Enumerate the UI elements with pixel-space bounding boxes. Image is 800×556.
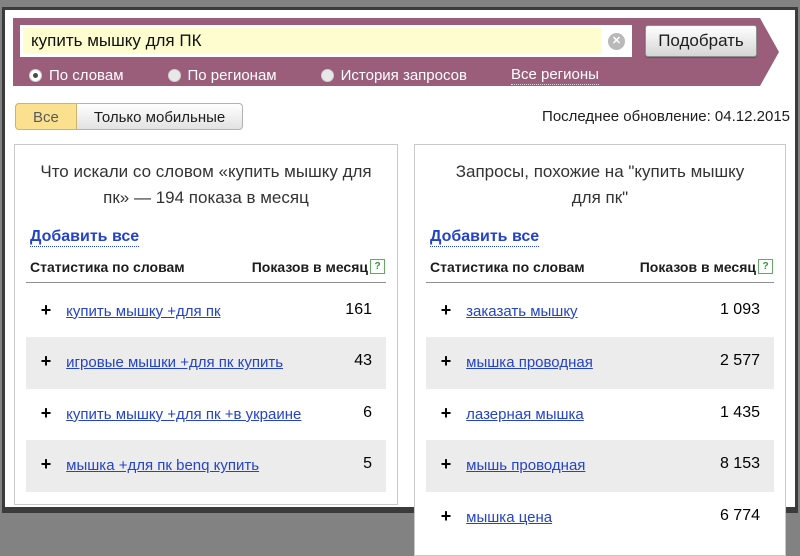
clear-search-icon[interactable]: ✕ [608,33,625,50]
add-keyword-plus-icon[interactable]: + [30,398,62,430]
keyword-link[interactable]: лазерная мышка [466,406,584,423]
keyword-link[interactable]: игровые мышки +для пк купить [66,354,283,371]
table-rows: 1 093 + заказать мышку 2 577 + мышка про… [426,286,774,544]
table-rows: 161 + купить мышку +для пк 43 + игровые … [26,286,386,492]
impressions-value: 1 093 [720,296,760,324]
page-frame: ✕ Подобрать По словам По регионам Истори… [2,7,798,513]
impressions-value: 6 [363,399,372,427]
panel-what-searched: Что искали со словом «купить мышку для п… [14,144,398,505]
add-keyword-plus-icon[interactable]: + [430,501,462,533]
impressions-value: 161 [345,296,372,324]
radio-by-regions-label: По регионам [188,67,277,84]
submit-button[interactable]: Подобрать [645,25,757,57]
keyword-link[interactable]: заказать мышку [466,303,577,320]
radio-by-regions[interactable]: По регионам [168,67,277,84]
add-keyword-plus-icon[interactable]: + [430,398,462,430]
last-update-label: Последнее обновление: 04.12.2015 [542,108,790,125]
table-row: 1 435 + лазерная мышка [426,389,774,441]
table-row: 5 + мышка +для пк benq купить [26,440,386,492]
help-icon[interactable]: ? [370,259,385,274]
col-impressions-text: Показов в месяц [640,259,756,275]
keyword-link[interactable]: купить мышку +для пк +в украине [66,406,301,423]
add-all-link[interactable]: Добавить все [430,228,539,247]
add-keyword-plus-icon[interactable]: + [30,449,62,481]
impressions-value: 2 577 [720,347,760,375]
table-row: 161 + купить мышку +для пк [26,286,386,338]
col-impressions-label: Показов в месяц ? [252,259,385,275]
all-regions-link[interactable]: Все регионы [511,66,599,85]
result-panels: Что искали со словом «купить мышку для п… [14,144,787,556]
impressions-value: 8 153 [720,450,760,478]
search-input-wrap: ✕ [20,25,632,57]
add-keyword-plus-icon[interactable]: + [430,346,462,378]
impressions-value: 6 774 [720,502,760,530]
radio-by-words[interactable]: По словам [29,67,124,84]
radio-selected-icon[interactable] [29,69,42,82]
radio-query-history[interactable]: История запросов [321,67,467,84]
search-row: ✕ Подобрать [13,18,760,57]
table-row: 43 + игровые мышки +для пк купить [26,337,386,389]
radio-unselected-icon[interactable] [321,69,334,82]
keyword-link[interactable]: мышка +для пк benq купить [66,457,259,474]
impressions-value: 43 [354,347,372,375]
help-icon[interactable]: ? [758,259,773,274]
tab-mobile-only[interactable]: Только мобильные [77,103,243,130]
radio-unselected-icon[interactable] [168,69,181,82]
table-row: 1 093 + заказать мышку [426,286,774,338]
toolbar-row: Все Только мобильные Последнее обновлени… [15,103,790,130]
impressions-value: 1 435 [720,399,760,427]
table-header: Статистика по словам Показов в месяц ? [26,249,386,283]
search-input[interactable] [23,28,601,54]
col-impressions-label: Показов в месяц ? [640,259,773,275]
keyword-link[interactable]: мышка цена [466,509,552,526]
table-row: 6 774 + мышка цена [426,492,774,544]
col-impressions-text: Показов в месяц [252,259,368,275]
keyword-link[interactable]: мышка проводная [466,354,593,371]
search-header: ✕ Подобрать По словам По регионам Истори… [13,18,760,86]
table-header: Статистика по словам Показов в месяц ? [426,249,774,283]
table-row: 2 577 + мышка проводная [426,337,774,389]
radio-by-words-label: По словам [49,67,124,84]
add-all-link[interactable]: Добавить все [30,228,139,247]
panel-title: Запросы, похожие на "купить мышку для пк… [426,155,774,218]
tab-all[interactable]: Все [15,103,77,130]
add-keyword-plus-icon[interactable]: + [430,295,462,327]
keyword-link[interactable]: купить мышку +для пк [66,303,220,320]
table-row: 6 + купить мышку +для пк +в украине [26,389,386,441]
add-keyword-plus-icon[interactable]: + [30,295,62,327]
col-keyword-label: Статистика по словам [30,259,185,275]
radio-query-history-label: История запросов [341,67,467,84]
search-options-row: По словам По регионам История запросов В… [13,57,760,85]
add-keyword-plus-icon[interactable]: + [430,449,462,481]
impressions-value: 5 [363,450,372,478]
panel-title: Что искали со словом «купить мышку для п… [26,155,386,218]
table-row: 8 153 + мышь проводная [426,440,774,492]
panel-similar-queries: Запросы, похожие на "купить мышку для пк… [414,144,786,556]
device-tabs: Все Только мобильные [15,103,243,130]
add-keyword-plus-icon[interactable]: + [30,346,62,378]
keyword-link[interactable]: мышь проводная [466,457,585,474]
header-arrow-shape [760,18,779,86]
col-keyword-label: Статистика по словам [430,259,585,275]
